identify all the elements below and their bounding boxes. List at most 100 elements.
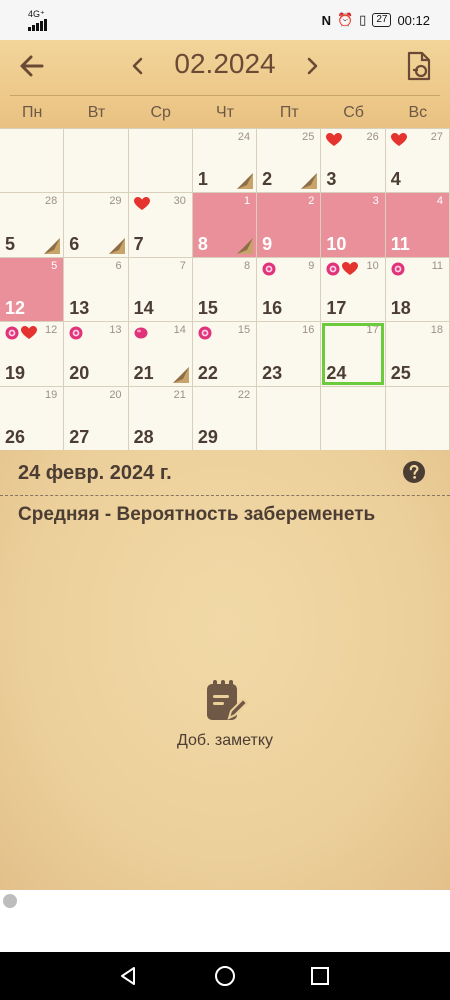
calendar-day-3[interactable]: 26 3 [321,129,386,194]
ad-options-icon[interactable] [3,894,17,908]
calendar-day-25[interactable]: 18 25 [385,322,450,387]
cycle-day: 14 [173,324,186,337]
help-icon[interactable] [402,460,426,484]
cycle-day: 28 [45,195,58,208]
cycle-day: 15 [237,324,251,337]
cycle-day: 5 [51,259,58,272]
signal-icon [28,19,47,31]
day-number: 21 [133,362,154,383]
calendar-day-8[interactable]: 1 8 [192,193,258,258]
nav-home-icon[interactable] [213,964,237,988]
clock: 00:12 [397,12,430,28]
calendar-day-1[interactable]: 24 1 [192,129,258,194]
heart-icon [342,261,359,275]
calendar-day-15[interactable]: 8 15 [192,257,258,323]
cycle-day: 17 [366,324,379,337]
system-navigation-bar [0,952,450,1000]
dashed-divider [0,495,450,496]
day-number: 22 [197,362,218,383]
calendar-day-5[interactable]: 28 5 [0,193,65,258]
calendar-day-12[interactable]: 5 12 [0,257,65,323]
day-number: 1 [197,169,208,190]
note-corner-icon [301,173,318,190]
day-number: 2 [262,169,273,190]
calendar-day-4[interactable]: 27 4 [385,129,450,194]
calendar-day-20[interactable]: 13 20 [64,322,129,387]
day-number: 28 [133,426,154,447]
heart-icon [21,326,37,340]
day-number: 24 [326,362,347,383]
calendar-day-27[interactable]: 20 27 [64,386,129,451]
day-number: 9 [262,233,273,254]
signal-indicator: 4G⁺ [28,10,48,33]
ad-banner[interactable] [0,890,450,952]
heart-icon [133,197,150,211]
day-number: 25 [390,362,411,383]
calendar-day-11[interactable]: 4 11 [385,193,450,258]
calendar-day-16[interactable]: 9 16 [257,257,322,323]
weekday-label: Сб [343,104,364,121]
calendar-day-13[interactable]: 6 13 [64,257,129,323]
network-type: 4G⁺ [28,9,45,19]
month-title: 02.2024 [174,48,276,79]
cycle-day: 6 [115,259,122,272]
cycle-day: 1 [244,195,251,208]
previous-month-chevron-icon[interactable] [128,54,148,78]
calendar-day-9[interactable]: 2 9 [257,193,322,258]
calendar-day-23[interactable]: 16 23 [257,322,322,387]
day-number: 14 [133,298,154,319]
cycle-day: 4 [436,195,443,208]
back-arrow-icon[interactable] [18,52,46,80]
cycle-day: 7 [179,259,186,272]
calendar-day-19[interactable]: 12 19 [0,322,65,387]
alarm-icon: ⏰ [336,12,354,27]
cycle-day: 25 [302,131,315,143]
day-number: 27 [69,426,90,447]
cycle-day: 11 [431,259,443,272]
calendar-day-26[interactable]: 19 26 [0,386,65,451]
cycle-day: 8 [244,259,251,272]
battery-icon: 27 [372,13,392,27]
day-number: 20 [69,362,90,383]
calendar-day-7[interactable]: 30 7 [128,193,193,258]
export-file-icon[interactable] [404,50,434,82]
nav-recents-icon[interactable] [308,964,332,988]
weekday-label: Вс [408,104,428,121]
nfc-icon: N [321,12,331,28]
heart-icon [390,133,407,146]
day-number: 18 [390,298,411,319]
calendar-cell-empty [257,386,322,451]
day-number: 13 [69,298,90,319]
cycle-day: 29 [109,195,122,208]
day-number: 19 [5,362,26,383]
calendar-day-24-selected[interactable]: 17 24 [321,322,386,387]
calendar-day-28[interactable]: 21 28 [128,386,193,451]
calendar-day-22[interactable]: 15 22 [192,322,258,387]
cycle-day: 2 [308,195,315,208]
calendar-day-18[interactable]: 11 18 [385,257,450,323]
day-number: 23 [262,362,283,383]
day-number: 4 [390,169,401,190]
weekday-row: Пн Вт Ср Чт Пт Сб Вс [0,98,450,128]
nav-back-icon[interactable] [116,964,140,988]
calendar-day-21[interactable]: 14 21 [128,322,193,387]
calendar-day-6[interactable]: 29 6 [64,193,129,258]
add-note-button[interactable]: Доб. заметку [150,678,300,750]
calendar-cell-empty [321,386,386,451]
day-number: 7 [133,233,144,254]
calendar-day-2[interactable]: 25 2 [257,129,322,194]
calendar-cell-empty [385,386,450,451]
selected-date: 24 февр. 2024 г. [18,462,172,484]
day-number: 6 [69,233,80,254]
calendar-day-29[interactable]: 22 29 [192,386,258,451]
flower-icon [391,262,405,276]
weekday-label: Чт [215,104,234,121]
calendar-day-14[interactable]: 7 14 [128,257,193,323]
next-month-chevron-icon[interactable] [302,54,322,78]
day-number: 17 [326,298,347,319]
cycle-day: 10 [366,259,379,272]
calendar-day-17[interactable]: 10 17 [321,257,386,323]
calendar-day-10[interactable]: 3 10 [321,193,386,258]
cycle-day: 24 [237,131,251,143]
cycle-day: 21 [173,388,186,401]
